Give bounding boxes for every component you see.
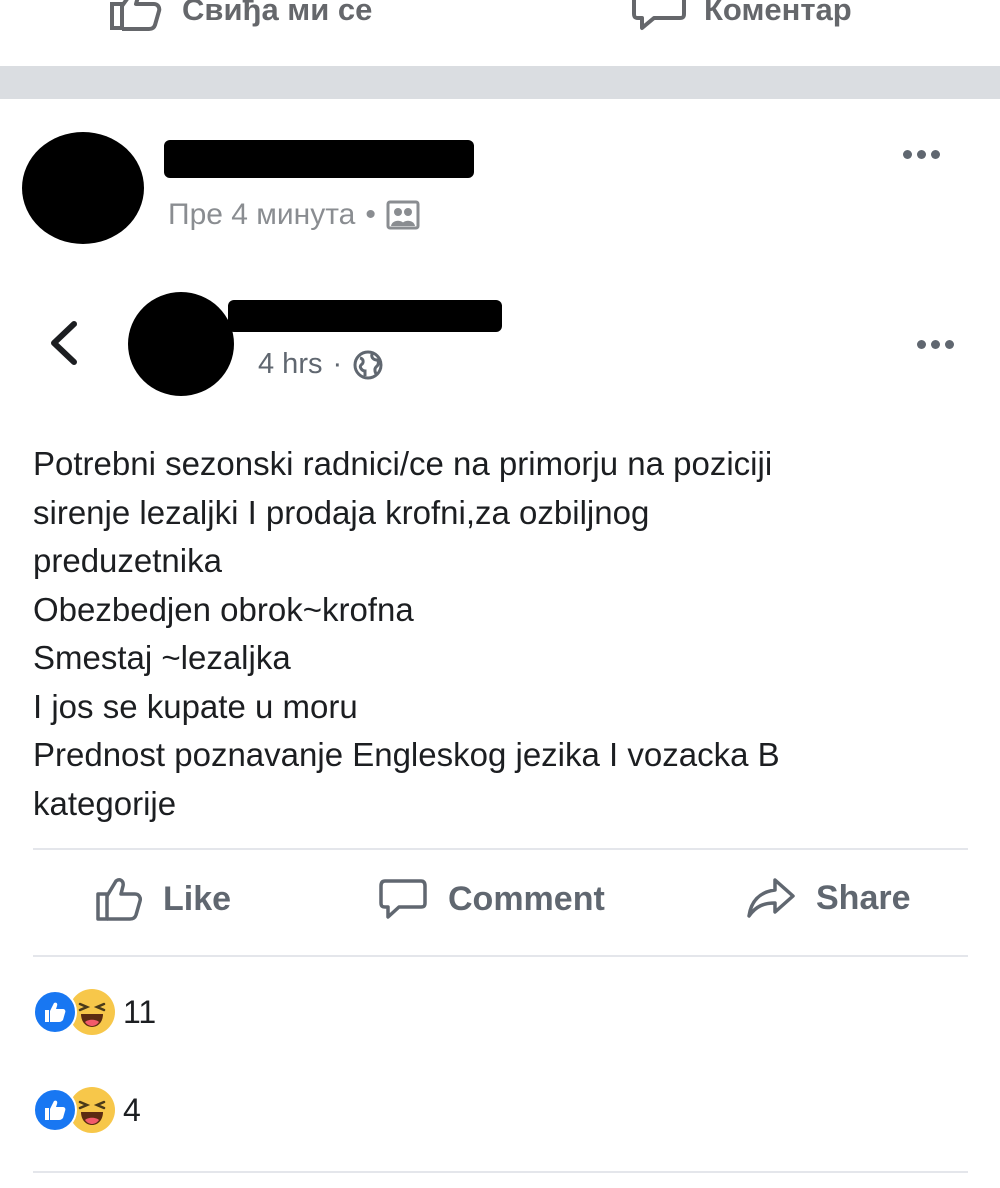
shared-avatar-redacted[interactable] xyxy=(128,292,234,396)
shared-more-options-icon[interactable] xyxy=(917,340,954,349)
reaction-count: 4 xyxy=(123,1091,141,1128)
share-arrow-icon xyxy=(747,878,795,918)
feed-separator xyxy=(0,66,1000,99)
like-reaction-icon xyxy=(33,1088,77,1132)
thumbs-up-icon xyxy=(96,878,142,921)
shared-post-timestamp[interactable]: 4 hrs xyxy=(258,348,322,381)
meta-separator: • xyxy=(365,198,376,231)
like-label: Like xyxy=(163,879,232,918)
post-text-line: kategorije xyxy=(33,784,177,822)
post-text-line: Prednost poznavanje Engleskog jezika I v… xyxy=(33,736,780,773)
outer-avatar-redacted[interactable] xyxy=(22,132,144,244)
top-like-button[interactable]: Свиђа ми се xyxy=(108,0,372,32)
bottom-divider xyxy=(33,1171,968,1173)
reaction-summary[interactable]: 4 xyxy=(33,1087,141,1133)
like-button[interactable]: Like xyxy=(95,876,231,922)
top-comment-label: Коментар xyxy=(704,0,852,27)
like-reaction-icon xyxy=(33,990,77,1034)
globe-icon xyxy=(353,350,383,379)
actions-bottom-divider xyxy=(33,955,968,957)
outer-post-timestamp[interactable]: Пре 4 минута xyxy=(168,198,355,232)
top-action-bar: Свиђа ми се Коментар xyxy=(0,0,1000,66)
comment-button[interactable]: Comment xyxy=(378,876,605,922)
post-text-line: Smestaj ~lezaljka xyxy=(33,639,291,676)
outer-post-meta: Пре 4 минута • xyxy=(168,198,420,232)
shared-post-meta: 4 hrs · xyxy=(258,348,384,381)
comment-bubble-icon xyxy=(632,0,686,30)
friends-photo-icon xyxy=(386,200,420,230)
post-text-line: Potrebni sezonski radnici/ce na primorju… xyxy=(33,445,773,482)
comment-bubble-icon xyxy=(379,879,427,919)
reaction-count: 11 xyxy=(123,993,157,1030)
outer-more-options-icon[interactable] xyxy=(903,150,940,159)
share-label: Share xyxy=(816,878,911,917)
post-text-line: sirenje lezaljki I prodaja krofni,za ozb… xyxy=(33,493,650,531)
reaction-summary[interactable]: 11 xyxy=(33,989,156,1035)
post-body-text: Potrebni sezonski radnici/ce na primorju… xyxy=(33,440,973,828)
chevron-left-icon[interactable] xyxy=(44,318,84,368)
post-text-line: I jos se kupate u moru xyxy=(33,687,358,725)
outer-author-name-redacted[interactable] xyxy=(164,140,474,178)
top-like-label: Свиђа ми се xyxy=(182,0,373,27)
post-text-line: preduzetnika xyxy=(33,542,222,579)
meta-separator: · xyxy=(332,348,343,380)
comment-label: Comment xyxy=(448,879,605,918)
share-button[interactable]: Share xyxy=(746,876,911,920)
post-text-line: Obezbedjen obrok~krofna xyxy=(33,590,414,628)
actions-top-divider xyxy=(33,848,968,850)
shared-author-name-redacted[interactable] xyxy=(228,300,502,332)
top-comment-button[interactable]: Коментар xyxy=(632,0,852,32)
thumbs-up-icon xyxy=(110,0,162,31)
